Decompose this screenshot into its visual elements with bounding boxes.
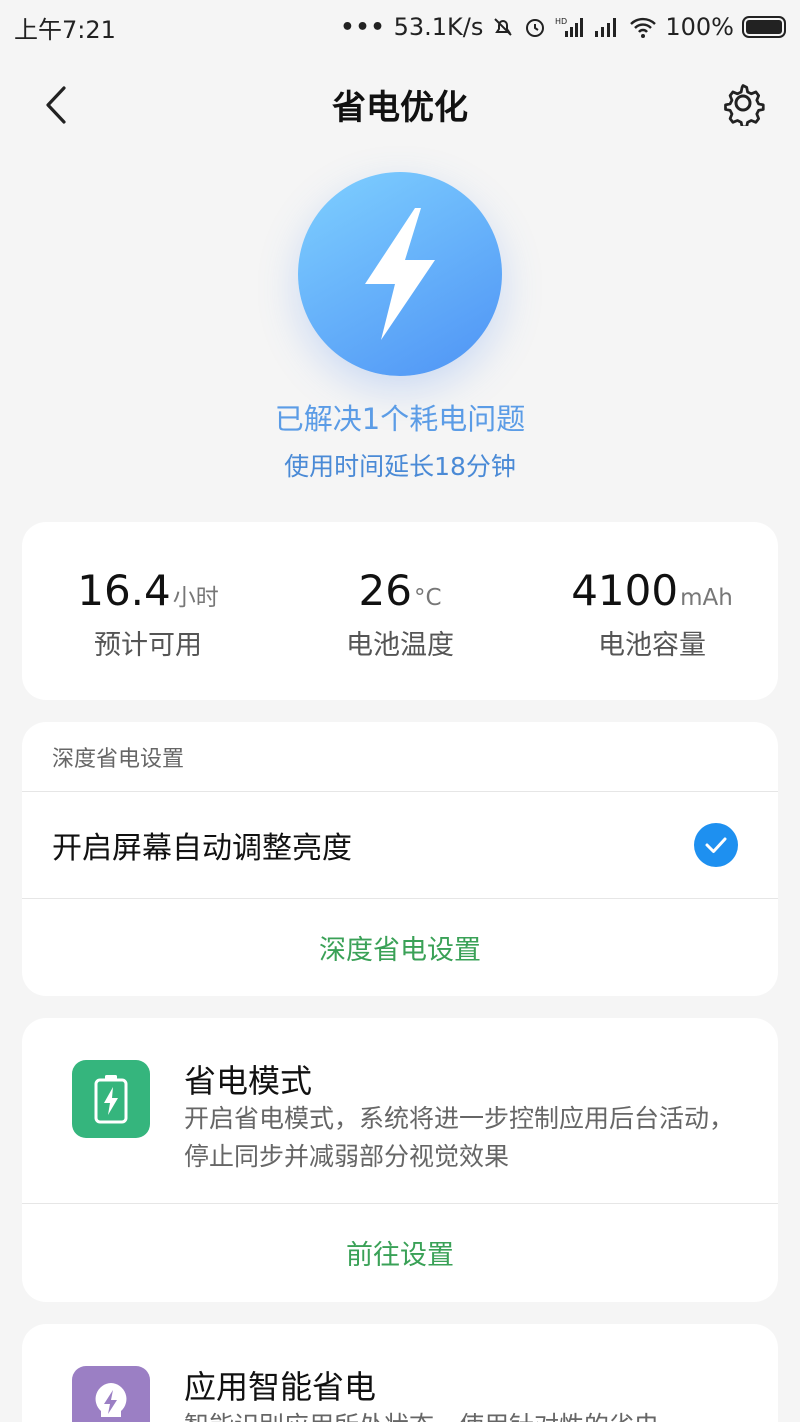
smart-saving-description: 智能识别应用所处状态，使用针对性的省电 [184,1406,754,1422]
hero-subtitle: 使用时间延长18分钟 [284,452,516,481]
stat-label: 预计可用 [94,630,202,661]
stat-unit: °C [413,585,442,611]
signal-icon [595,18,617,37]
hero-title: 已解决1个耗电问题 [274,402,526,436]
stat-battery-capacity: 4100 mAh 电池容量 [526,522,778,700]
stat-value: 4100 [571,566,679,615]
stat-value: 26 [358,566,412,615]
power-mode-description: 开启省电模式，系统将进一步控制应用后台活动，停止同步并减弱部分视觉效果 [184,1104,735,1171]
page-title: 省电优化 [332,87,468,128]
power-mode-info[interactable]: 省电模式 开启省电模式，系统将进一步控制应用后台活动，停止同步并减弱部分视觉效果 [22,1018,778,1204]
stat-unit: mAh [680,585,733,611]
stat-label: 电池温度 [346,630,454,661]
svg-text:HD: HD [555,17,567,26]
status-indicators: ••• 53.1K/s HD 100% [340,13,786,41]
more-dots-icon: ••• [340,14,386,40]
mute-bell-icon [494,18,513,36]
app-header: 省电优化 [0,64,800,144]
battery-bolt-icon [72,1060,150,1138]
checkmark-icon[interactable] [694,823,738,867]
power-mode-title: 省电模式 [184,1062,313,1100]
gear-icon[interactable] [720,80,766,126]
auto-brightness-row[interactable]: 开启屏幕自动调整亮度 [22,792,778,899]
back-chevron-icon[interactable] [34,82,80,128]
bulb-bolt-icon [72,1366,150,1422]
net-speed: 53.1K/s [393,13,484,41]
stat-value: 16.4 [77,566,171,615]
stat-battery-temperature: 26 °C 电池温度 [274,522,526,700]
deep-saving-settings-link[interactable]: 深度省电设置 [22,899,778,995]
battery-icon [742,16,786,38]
power-saving-mode-card: 省电模式 开启省电模式，系统将进一步控制应用后台活动，停止同步并减弱部分视觉效果… [22,1018,778,1302]
stat-unit: 小时 [172,585,219,611]
battery-percent: 100% [665,13,734,41]
stat-estimated-usage: 16.4 小时 预计可用 [22,522,274,700]
battery-stats-card: 16.4 小时 预计可用 26 °C 电池温度 4100 mAh 电池容量 [22,522,778,700]
status-bar: 上午7:21 ••• 53.1K/s HD 100% [0,0,800,54]
smart-saving-title: 应用智能省电 [184,1368,377,1406]
alarm-icon [526,19,545,37]
deep-saving-card: 深度省电设置 开启屏幕自动调整亮度 深度省电设置 [22,722,778,996]
auto-brightness-label: 开启屏幕自动调整亮度 [52,831,352,866]
power-mode-settings-link[interactable]: 前往设置 [22,1204,778,1300]
hd-signal-icon: HD [555,17,584,37]
lightning-bolt-icon [298,172,502,376]
smart-saving-card[interactable]: 应用智能省电 智能识别应用所处状态，使用针对性的省电 [22,1324,778,1422]
stat-label: 电池容量 [598,630,706,661]
deep-saving-header: 深度省电设置 [22,722,778,792]
wifi-icon [630,17,657,38]
status-time: 上午7:21 [14,15,116,44]
